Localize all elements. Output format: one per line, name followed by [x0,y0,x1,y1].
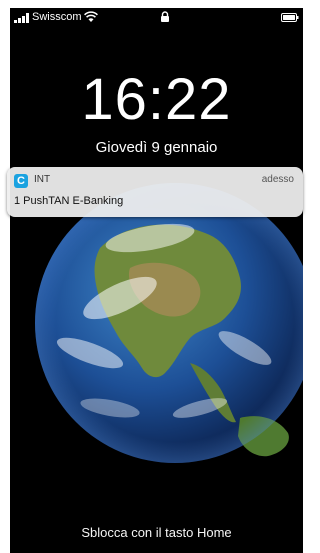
battery-icon [281,13,299,22]
lock-screen: Swisscom 16:22 Giovedì 9 gennaio Sblocca… [10,8,303,553]
notification-body: 1 PushTAN E-Banking [14,195,124,207]
unlock-hint: Sblocca con il tasto Home [81,525,232,540]
status-bar: Swisscom [10,8,303,28]
earth-wallpaper [30,178,303,468]
signal-bars-icon [14,13,29,23]
clock-date: Giovedì 9 gennaio [95,139,218,156]
notification-card[interactable]: C INT adesso 1 PushTAN E-Banking [7,167,303,217]
carrier-name: Swisscom [32,11,82,23]
wifi-icon [84,11,98,22]
clock-time: 16:22 [81,67,232,132]
notification-app-name: INT [34,174,51,185]
lock-icon [161,11,169,22]
notification-time: adesso [261,174,294,185]
app-icon: C [14,174,28,188]
